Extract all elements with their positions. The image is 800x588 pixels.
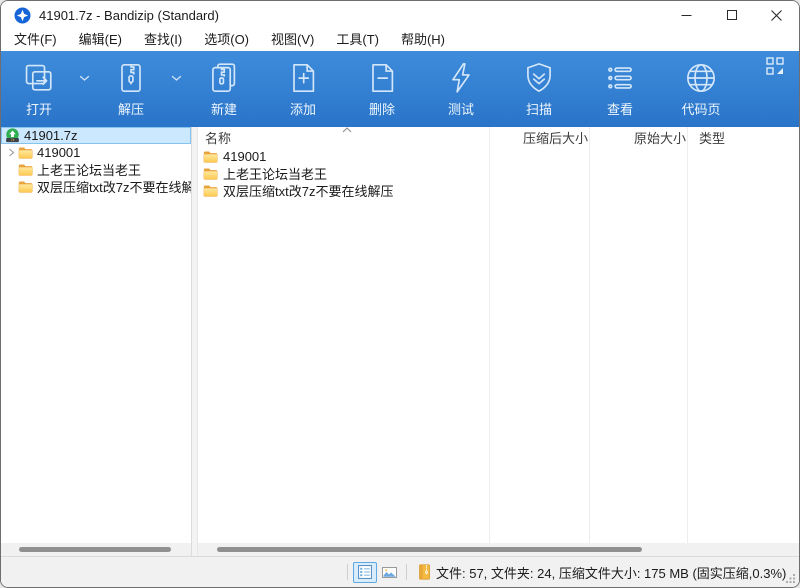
tree-item-folder[interactable]: 上老王论坛当老王 xyxy=(1,161,191,178)
menu-tools[interactable]: 工具(T) xyxy=(325,29,390,51)
codepage-icon xyxy=(683,60,719,96)
thumbnail-view-button[interactable] xyxy=(377,562,401,583)
bandizip-window: 41901.7z - Bandizip (Standard) 文件(F) 编辑(… xyxy=(0,0,800,588)
chevron-down-icon xyxy=(79,75,90,82)
open-button[interactable]: 打开 xyxy=(7,58,71,118)
extract-label: 解压 xyxy=(118,99,144,118)
file-name: 419001 xyxy=(223,149,266,164)
main-area: 7z 41901.7z 419001 上老王论坛当老王 xyxy=(1,127,799,556)
tree-item-label: 419001 xyxy=(37,145,80,160)
extract-button[interactable]: 解压 xyxy=(99,58,163,118)
tree-horizontal-scrollbar[interactable] xyxy=(1,543,191,556)
folder-icon xyxy=(203,151,218,163)
archive-folder-button[interactable] xyxy=(412,562,436,583)
toolbar-layout-button[interactable] xyxy=(766,57,784,80)
thumbnail-view-icon xyxy=(382,566,397,579)
chevron-down-icon xyxy=(171,75,182,82)
maximize-icon xyxy=(727,10,737,20)
codepage-label: 代码页 xyxy=(681,99,720,118)
open-icon xyxy=(21,60,57,96)
new-archive-button[interactable]: 新建 xyxy=(192,58,256,118)
codepage-button[interactable]: 代码页 xyxy=(666,58,736,118)
statusbar-divider xyxy=(347,564,348,580)
status-bar: 文件: 57, 文件夹: 24, 压缩文件大小: 175 MB (固实压缩,0.… xyxy=(1,556,799,587)
test-label: 测试 xyxy=(448,99,474,118)
tree-item-archive-root[interactable]: 7z 41901.7z xyxy=(1,127,191,144)
bandizip-logo-icon xyxy=(14,7,31,24)
layout-grid-icon xyxy=(766,57,784,75)
folder-icon xyxy=(18,164,33,176)
details-view-button[interactable] xyxy=(353,562,377,583)
menu-find[interactable]: 查找(I) xyxy=(133,29,193,51)
close-button[interactable] xyxy=(754,1,799,29)
folder-icon xyxy=(18,147,33,159)
close-icon xyxy=(771,10,782,21)
scan-button[interactable]: 扫描 xyxy=(507,58,571,118)
maximize-button[interactable] xyxy=(709,1,754,29)
open-dropdown-button[interactable] xyxy=(71,75,97,82)
list-header: 名称 压缩后大小 原始大小 类型 xyxy=(198,127,799,148)
new-archive-icon xyxy=(206,60,242,96)
file-row[interactable]: 双层压缩txt改7z不要在线解压 xyxy=(198,182,799,199)
column-header-compressed-size[interactable]: 压缩后大小 xyxy=(496,128,596,147)
open-label: 打开 xyxy=(26,99,52,118)
extract-icon xyxy=(113,60,149,96)
folder-icon xyxy=(18,181,33,193)
test-button[interactable]: 测试 xyxy=(429,58,493,118)
menu-file[interactable]: 文件(F) xyxy=(3,29,68,51)
list-horizontal-scrollbar[interactable] xyxy=(198,543,799,556)
menu-options[interactable]: 选项(O) xyxy=(193,29,260,51)
column-divider xyxy=(687,127,688,543)
delete-label: 删除 xyxy=(369,99,395,118)
resize-grip[interactable] xyxy=(785,573,796,584)
add-label: 添加 xyxy=(290,99,316,118)
tree-item-label: 41901.7z xyxy=(24,128,78,143)
view-button[interactable]: 查看 xyxy=(588,58,652,118)
new-archive-label: 新建 xyxy=(211,99,237,118)
archive-folder-icon xyxy=(417,564,432,580)
tree-item-label: 双层压缩txt改7z不要在线解压 xyxy=(37,177,192,196)
folder-icon xyxy=(203,168,218,180)
folder-icon xyxy=(203,185,218,197)
column-header-original-size[interactable]: 原始大小 xyxy=(596,128,694,147)
scan-icon xyxy=(521,60,557,96)
delete-file-icon xyxy=(364,60,400,96)
statusbar-divider xyxy=(406,564,407,580)
archive-tree-pane: 7z 41901.7z 419001 上老王论坛当老王 xyxy=(1,127,192,556)
file-row[interactable]: 419001 xyxy=(198,148,799,165)
status-summary: 文件: 57, 文件夹: 24, 压缩文件大小: 175 MB (固实压缩,0.… xyxy=(436,563,786,582)
delete-button[interactable]: 删除 xyxy=(350,58,414,118)
toolbar: 打开 解压 新建 xyxy=(1,51,799,127)
menu-help[interactable]: 帮助(H) xyxy=(390,29,456,51)
scrollbar-thumb[interactable] xyxy=(217,547,642,552)
file-name: 双层压缩txt改7z不要在线解压 xyxy=(223,181,393,200)
tree-item-folder[interactable]: 419001 xyxy=(1,144,191,161)
test-icon xyxy=(443,60,479,96)
add-file-icon xyxy=(285,60,321,96)
sort-asc-icon xyxy=(342,127,352,133)
menu-bar: 文件(F) 编辑(E) 查找(I) 选项(O) 视图(V) 工具(T) 帮助(H… xyxy=(1,29,799,51)
tree-item-folder[interactable]: 双层压缩txt改7z不要在线解压 xyxy=(1,178,191,195)
extract-dropdown-button[interactable] xyxy=(163,75,189,82)
minimize-button[interactable] xyxy=(664,1,709,29)
scrollbar-thumb[interactable] xyxy=(19,547,171,552)
window-title: 41901.7z - Bandizip (Standard) xyxy=(39,8,664,23)
file-list-pane: 名称 压缩后大小 原始大小 类型 419001 上老王论坛当老王 xyxy=(198,127,799,556)
expander-chevron-icon[interactable] xyxy=(5,148,18,157)
view-label: 查看 xyxy=(607,99,633,118)
svg-text:7z: 7z xyxy=(11,138,15,142)
details-view-icon xyxy=(358,565,372,579)
add-button[interactable]: 添加 xyxy=(271,58,335,118)
column-divider xyxy=(589,127,590,543)
title-bar: 41901.7z - Bandizip (Standard) xyxy=(1,1,799,29)
minimize-icon xyxy=(681,10,692,21)
view-icon xyxy=(602,60,638,96)
file-row[interactable]: 上老王论坛当老王 xyxy=(198,165,799,182)
archive-7z-icon: 7z xyxy=(5,128,20,143)
scan-label: 扫描 xyxy=(526,99,552,118)
column-header-type[interactable]: 类型 xyxy=(694,128,799,147)
menu-edit[interactable]: 编辑(E) xyxy=(68,29,133,51)
column-divider xyxy=(489,127,490,543)
menu-view[interactable]: 视图(V) xyxy=(260,29,325,51)
